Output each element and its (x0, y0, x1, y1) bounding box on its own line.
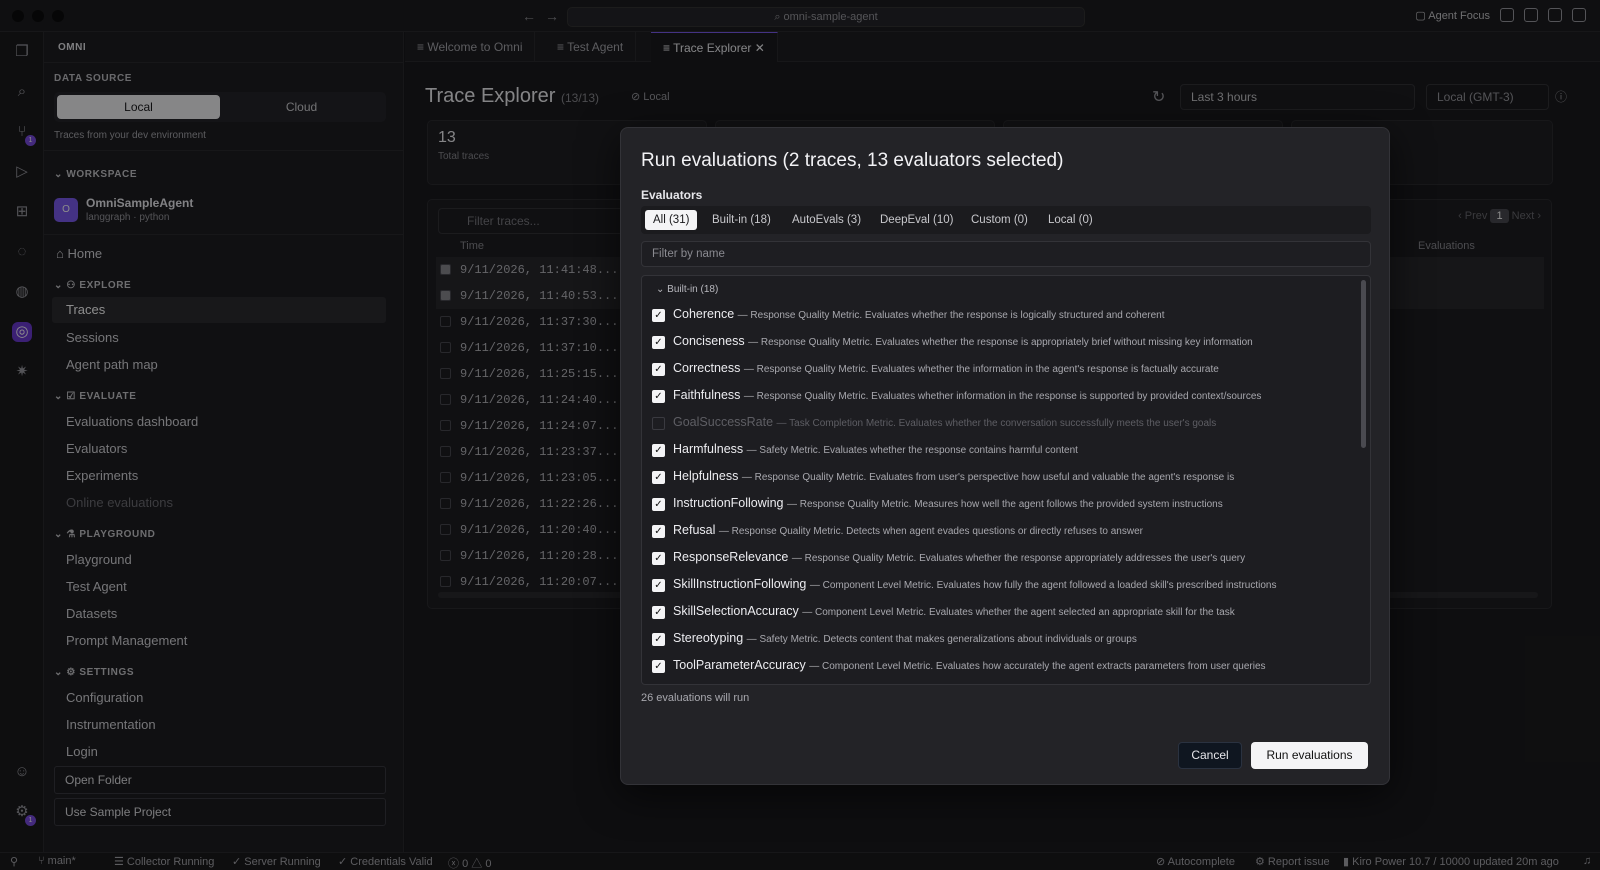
evaluator-item[interactable]: ✓ ResponseRelevance — Response Quality Me… (652, 549, 1352, 571)
evaluator-checkbox[interactable]: ✓ (652, 309, 665, 322)
evaluator-description: — Response Quality Metric. Evaluates whe… (791, 553, 1246, 564)
evaluator-checkbox[interactable]: ✓ (652, 606, 665, 619)
evaluator-item[interactable]: GoalSuccessRate — Task Completion Metric… (652, 414, 1352, 436)
evaluator-item[interactable]: ✓ Stereotyping — Safety Metric. Detects c… (652, 630, 1352, 652)
evaluator-description: — Response Quality Metric. Evaluates whe… (743, 391, 1262, 402)
evaluator-name: Conciseness (673, 334, 745, 348)
evaluator-checkbox[interactable]: ✓ (652, 444, 665, 457)
evaluator-text: InstructionFollowing — Response Quality … (673, 496, 1223, 510)
run-evaluations-button[interactable]: Run evaluations (1251, 742, 1368, 769)
evaluator-source-tabs: All (31) Built-in (18) AutoEvals (3) Dee… (641, 206, 1371, 234)
tab-built-in[interactable]: Built-in (18) (704, 210, 779, 230)
evaluator-text: Harmfulness — Safety Metric. Evaluates w… (673, 442, 1078, 456)
evaluator-checkbox[interactable]: ✓ (652, 660, 665, 673)
evaluator-name: ResponseRelevance (673, 550, 789, 564)
evaluator-text: Stereotyping — Safety Metric. Detects co… (673, 631, 1137, 645)
evaluator-description: — Response Quality Metric. Detects when … (718, 526, 1143, 537)
evaluator-checkbox[interactable]: ✓ (652, 498, 665, 511)
evaluator-description: — Component Level Metric. Evaluates how … (809, 661, 1266, 672)
evaluator-item[interactable]: ✓ Harmfulness — Safety Metric. Evaluates … (652, 441, 1352, 463)
evaluator-text: SkillInstructionFollowing — Component Le… (673, 577, 1276, 591)
tab-local[interactable]: Local (0) (1040, 210, 1101, 230)
tab-deepeval[interactable]: DeepEval (10) (872, 210, 962, 230)
evaluator-name: Helpfulness (673, 469, 739, 483)
evaluator-description: — Response Quality Metric. Evaluates whe… (743, 364, 1219, 375)
evaluator-text: Conciseness — Response Quality Metric. E… (673, 334, 1253, 348)
evaluator-item[interactable]: ✓ ToolParameterAccuracy — Component Level… (652, 657, 1352, 679)
evaluator-checkbox[interactable] (652, 417, 665, 430)
evaluator-list: ⌄ Built-in (18) ✓ Coherence — Response Qu… (641, 275, 1371, 685)
dialog-title: Run evaluations (2 traces, 13 evaluators… (641, 150, 1064, 171)
evaluator-item[interactable]: ✓ SkillInstructionFollowing — Component L… (652, 576, 1352, 598)
app-window: ← → ⌕ omni-sample-agent ▢ Agent Focus ❐ … (0, 0, 1600, 870)
evaluator-name: Correctness (673, 361, 741, 375)
evaluator-description: — Response Quality Metric. Evaluates fro… (741, 472, 1235, 483)
evaluator-item[interactable]: ✓ SkillSelectionAccuracy — Component Leve… (652, 603, 1352, 625)
group-label: Built-in (18) (667, 284, 719, 295)
evaluator-item[interactable]: ✓ Faithfulness — Response Quality Metric.… (652, 387, 1352, 409)
evaluator-item[interactable]: ✓ Conciseness — Response Quality Metric. … (652, 333, 1352, 355)
evaluator-checkbox[interactable]: ✓ (652, 390, 665, 403)
evaluator-name: Stereotyping (673, 631, 744, 645)
evaluator-item[interactable]: ✓ Helpfulness — Response Quality Metric. … (652, 468, 1352, 490)
evaluator-description: — Safety Metric. Evaluates whether the r… (746, 445, 1078, 456)
evaluator-item[interactable]: ✓ InstructionFollowing — Response Quality… (652, 495, 1352, 517)
cancel-button[interactable]: Cancel (1178, 742, 1242, 769)
evaluator-name: Refusal (673, 523, 716, 537)
evaluator-checkbox[interactable]: ✓ (652, 471, 665, 484)
evaluator-text: Refusal — Response Quality Metric. Detec… (673, 523, 1143, 537)
evaluator-checkbox[interactable]: ✓ (652, 363, 665, 376)
evaluators-label: Evaluators (641, 188, 703, 202)
evaluator-checkbox[interactable]: ✓ (652, 336, 665, 349)
evaluator-checkbox[interactable]: ✓ (652, 633, 665, 646)
evaluator-list-scrollbar[interactable] (1361, 280, 1366, 448)
evaluator-checkbox[interactable]: ✓ (652, 552, 665, 565)
run-evaluations-dialog: Run evaluations (2 traces, 13 evaluators… (620, 127, 1390, 785)
evaluator-description: — Response Quality Metric. Evaluates whe… (748, 337, 1253, 348)
evaluator-description: — Response Quality Metric. Evaluates whe… (737, 310, 1165, 321)
evaluator-text: Faithfulness — Response Quality Metric. … (673, 388, 1261, 402)
tab-autoevals[interactable]: AutoEvals (3) (784, 210, 869, 230)
filter-by-name-input[interactable]: Filter by name (641, 241, 1371, 267)
evaluator-text: SkillSelectionAccuracy — Component Level… (673, 604, 1235, 618)
evaluator-checkbox[interactable]: ✓ (652, 579, 665, 592)
evaluator-name: ToolParameterAccuracy (673, 658, 806, 672)
built-in-group-header[interactable]: ⌄ Built-in (18) (656, 284, 718, 295)
evaluator-text: Correctness — Response Quality Metric. E… (673, 361, 1219, 375)
evaluator-description: — Component Level Metric. Evaluates whet… (802, 607, 1235, 618)
evaluator-description: — Component Level Metric. Evaluates how … (809, 580, 1277, 591)
evaluator-name: SkillInstructionFollowing (673, 577, 807, 591)
tab-all[interactable]: All (31) (645, 210, 698, 230)
evaluator-text: GoalSuccessRate — Task Completion Metric… (673, 415, 1216, 429)
evaluator-description: — Task Completion Metric. Evaluates whet… (776, 418, 1217, 429)
evaluator-name: InstructionFollowing (673, 496, 784, 510)
evaluator-description: — Safety Metric. Detects content that ma… (746, 634, 1137, 645)
evaluator-name: Harmfulness (673, 442, 744, 456)
evaluator-description: — Response Quality Metric. Measures how … (786, 499, 1223, 510)
evaluator-name: Faithfulness (673, 388, 741, 402)
evaluator-name: GoalSuccessRate (673, 415, 774, 429)
evaluator-text: Coherence — Response Quality Metric. Eva… (673, 307, 1165, 321)
evaluation-count: 26 evaluations will run (641, 692, 750, 704)
evaluator-checkbox[interactable]: ✓ (652, 525, 665, 538)
evaluator-text: ResponseRelevance — Response Quality Met… (673, 550, 1245, 564)
evaluator-text: ToolParameterAccuracy — Component Level … (673, 658, 1266, 672)
evaluator-name: SkillSelectionAccuracy (673, 604, 799, 618)
evaluator-item[interactable]: ✓ Coherence — Response Quality Metric. Ev… (652, 306, 1352, 328)
evaluator-item[interactable]: ✓ Correctness — Response Quality Metric. … (652, 360, 1352, 382)
tab-custom[interactable]: Custom (0) (963, 210, 1036, 230)
evaluator-item[interactable]: ✓ Refusal — Response Quality Metric. Dete… (652, 522, 1352, 544)
evaluator-text: Helpfulness — Response Quality Metric. E… (673, 469, 1234, 483)
evaluator-name: Coherence (673, 307, 735, 321)
